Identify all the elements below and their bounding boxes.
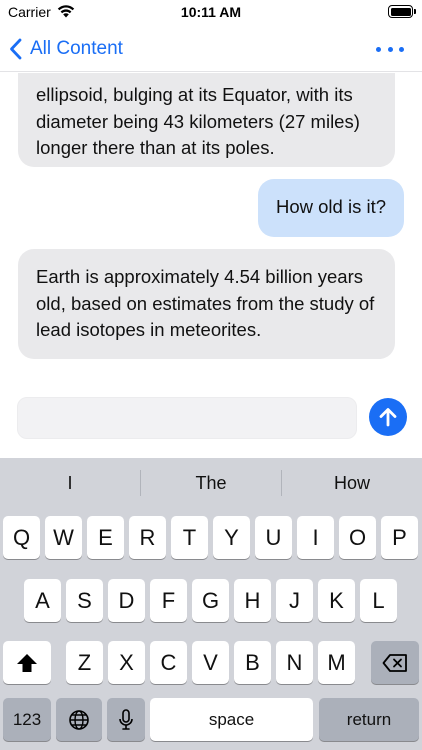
key-a[interactable]: A — [24, 579, 61, 622]
key-k[interactable]: K — [318, 579, 355, 622]
suggestion[interactable]: I — [0, 473, 140, 494]
chevron-left-icon — [10, 38, 22, 60]
key-h[interactable]: H — [234, 579, 271, 622]
navigation-bar: All Content — [0, 26, 422, 72]
key-v[interactable]: V — [192, 641, 229, 684]
assistant-message: Earth is approximately 4.54 billion year… — [18, 249, 395, 359]
key-o[interactable]: O — [339, 516, 376, 559]
numbers-key[interactable]: 123 — [3, 698, 51, 741]
back-button-label: All Content — [30, 38, 123, 59]
globe-icon — [69, 709, 89, 730]
globe-key[interactable] — [56, 698, 102, 741]
key-g[interactable]: G — [192, 579, 229, 622]
key-n[interactable]: N — [276, 641, 313, 684]
key-r[interactable]: R — [129, 516, 166, 559]
shift-icon — [17, 653, 37, 672]
space-key[interactable]: space — [150, 698, 313, 741]
key-q[interactable]: Q — [3, 516, 40, 559]
battery-icon — [388, 5, 416, 18]
key-s[interactable]: S — [66, 579, 103, 622]
key-t[interactable]: T — [171, 516, 208, 559]
composer — [0, 386, 422, 458]
keyboard: I The How Q W E R T Y U I O P A S D F G … — [0, 458, 422, 750]
key-z[interactable]: Z — [66, 641, 103, 684]
key-d[interactable]: D — [108, 579, 145, 622]
chat-area: ellipsoid, bulging at its Equator, with … — [0, 73, 422, 385]
user-message: How old is it? — [257, 179, 404, 237]
assistant-message: ellipsoid, bulging at its Equator, with … — [18, 73, 395, 167]
suggestion[interactable]: The — [141, 473, 281, 494]
dictation-key[interactable] — [107, 698, 145, 741]
key-y[interactable]: Y — [213, 516, 250, 559]
send-button[interactable] — [369, 398, 407, 436]
more-options-button[interactable] — [376, 41, 404, 57]
key-f[interactable]: F — [150, 579, 187, 622]
delete-backspace-icon — [382, 653, 407, 672]
key-j[interactable]: J — [276, 579, 313, 622]
status-time: 10:11 AM — [180, 4, 242, 20]
back-button[interactable]: All Content — [8, 35, 123, 63]
key-c[interactable]: C — [150, 641, 187, 684]
key-p[interactable]: P — [381, 516, 418, 559]
key-b[interactable]: B — [234, 641, 271, 684]
key-e[interactable]: E — [87, 516, 124, 559]
message-input[interactable] — [17, 397, 357, 439]
key-u[interactable]: U — [255, 516, 292, 559]
microphone-icon — [119, 708, 133, 730]
key-x[interactable]: X — [108, 641, 145, 684]
ellipsis-icon — [376, 46, 381, 52]
key-w[interactable]: W — [45, 516, 82, 559]
key-i[interactable]: I — [297, 516, 334, 559]
return-key[interactable]: return — [319, 698, 419, 741]
arrow-up-icon — [379, 408, 397, 427]
key-l[interactable]: L — [360, 579, 397, 622]
suggestion[interactable]: How — [282, 473, 422, 494]
key-m[interactable]: M — [318, 641, 355, 684]
delete-key[interactable] — [371, 641, 419, 684]
status-bar: Carrier 10:11 AM — [0, 0, 422, 26]
shift-key[interactable] — [3, 641, 51, 684]
predictive-text-bar: I The How — [0, 458, 422, 508]
